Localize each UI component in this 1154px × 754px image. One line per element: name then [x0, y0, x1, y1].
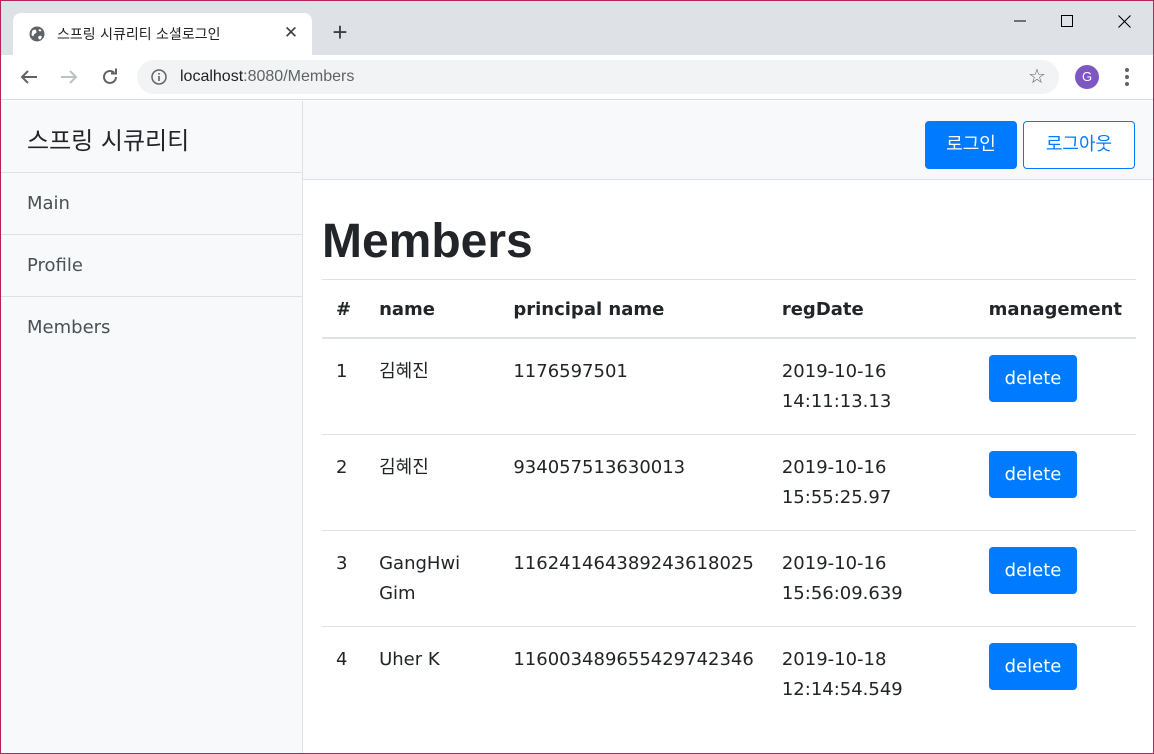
delete-button[interactable]: delete: [988, 355, 1078, 402]
cell-principal: 1176597501: [499, 338, 768, 435]
regdate-date: 2019-10-16: [781, 553, 887, 574]
delete-button[interactable]: delete: [988, 643, 1078, 690]
reload-button[interactable]: [98, 65, 122, 89]
url-path: :8080/Members: [243, 68, 355, 85]
cell-principal: 934057513630013: [499, 434, 768, 531]
table-row: 4 Uher K 116003489655429742346 2019-10-1…: [322, 627, 1136, 723]
table-row: 1 김혜진 1176597501 2019-10-16 14:11:13.13 d…: [322, 338, 1136, 435]
column-header-name: name: [365, 280, 500, 339]
cell-principal: 116241464389243618025: [499, 530, 768, 627]
table-header-row: # name principal name regDate management: [322, 280, 1136, 339]
regdate-time: 15:56:09.639: [781, 583, 903, 604]
window-close-button[interactable]: [1101, 7, 1147, 35]
arrow-left-icon: [20, 70, 37, 84]
regdate-date: 2019-10-18: [781, 649, 887, 670]
tab-title: 스프링 시큐리티 소셜로그인: [57, 27, 221, 43]
regdate-date: 2019-10-16: [781, 457, 887, 478]
table-row: 2 김혜진 934057513630013 2019-10-16 15:55:25…: [322, 434, 1136, 531]
back-button[interactable]: [17, 65, 41, 89]
new-tab-button[interactable]: +: [328, 19, 352, 45]
column-header-number: #: [322, 280, 366, 339]
cell-management: delete: [974, 434, 1136, 531]
minimize-icon: [1014, 20, 1026, 22]
column-header-management: management: [974, 280, 1136, 339]
cell-principal: 116003489655429742346: [513, 649, 754, 670]
cell-number: 1: [322, 338, 366, 435]
minimize-button[interactable]: [997, 7, 1043, 35]
close-icon: [1117, 14, 1131, 28]
cell-name: GangHwi Gim: [365, 530, 500, 627]
sidebar-item-main[interactable]: Main: [1, 173, 302, 235]
cell-name: Uher K: [379, 649, 440, 670]
cell-management: delete: [975, 627, 1136, 723]
cell-name: 김혜진: [365, 338, 500, 435]
column-header-principal: principal name: [499, 280, 768, 339]
delete-button[interactable]: delete: [988, 547, 1078, 594]
browser-tab[interactable]: 스프링 시큐리티 소셜로그인 ✕: [13, 13, 312, 55]
login-button[interactable]: 로그인: [925, 121, 1017, 169]
cell-regdate: 2019-10-16 15:56:09.639: [767, 530, 975, 627]
column-header-regdate: regDate: [767, 280, 975, 339]
address-bar[interactable]: localhost:8080/Members ☆: [137, 60, 1059, 94]
profile-avatar[interactable]: G: [1075, 65, 1099, 89]
sidebar-item-profile[interactable]: Profile: [1, 235, 302, 297]
maximize-icon: [1061, 15, 1073, 27]
cell-regdate: 2019-10-16 14:11:13.13: [767, 338, 975, 435]
globe-icon: [29, 26, 45, 42]
arrow-right-icon: [61, 70, 78, 84]
url-text[interactable]: localhost:8080/Members: [180, 68, 354, 86]
cell-management: delete: [974, 338, 1136, 435]
browser-window: 스프링 시큐리티 소셜로그인 ✕ + localhost:8080/Member…: [0, 0, 1154, 754]
browser-toolbar: localhost:8080/Members ☆ G: [1, 55, 1153, 100]
regdate-time: 14:11:13.13: [781, 391, 892, 412]
forward-button[interactable]: [57, 65, 81, 89]
web-page: 스프링 시큐리티 Main Profile Members 로그인 로그아웃 M…: [1, 101, 1153, 753]
reload-icon: [103, 68, 117, 84]
page-title: Members: [322, 216, 1136, 280]
logout-button[interactable]: 로그아웃: [1023, 121, 1135, 169]
regdate-time: 12:14:54.549: [781, 679, 903, 700]
tab-strip: 스프링 시큐리티 소셜로그인 ✕ +: [1, 1, 1153, 55]
regdate-date: 2019-10-16: [781, 361, 887, 382]
top-navbar: 로그인 로그아웃: [303, 101, 1153, 180]
cell-name: 김혜진: [365, 434, 500, 531]
delete-button[interactable]: delete: [988, 451, 1078, 498]
cell-regdate: 2019-10-16 15:55:25.97: [767, 434, 975, 531]
cell-regdate: 2019-10-18 12:14:54.549: [768, 627, 975, 723]
table-row: 3 GangHwi Gim 116241464389243618025 2019…: [322, 530, 1136, 627]
sidebar-heading: 스프링 시큐리티: [1, 101, 302, 173]
cell-number: 2: [322, 434, 366, 531]
regdate-time: 15:55:25.97: [781, 487, 892, 508]
sidebar-item-members[interactable]: Members: [1, 297, 302, 359]
maximize-button[interactable]: [1044, 7, 1090, 35]
info-icon[interactable]: [151, 69, 167, 85]
sidebar: 스프링 시큐리티 Main Profile Members: [1, 101, 303, 753]
cell-management: delete: [974, 530, 1136, 627]
browser-menu-icon[interactable]: [1115, 65, 1139, 89]
main-content: Members # name principal name regDate ma…: [322, 180, 1136, 722]
members-table: # name principal name regDate management…: [322, 280, 1136, 722]
bookmark-star-icon[interactable]: ☆: [1027, 67, 1047, 87]
url-host: localhost: [180, 68, 244, 85]
cell-number: 4: [336, 649, 348, 670]
cell-number: 3: [322, 530, 366, 627]
tab-close-icon[interactable]: ✕: [281, 23, 301, 43]
